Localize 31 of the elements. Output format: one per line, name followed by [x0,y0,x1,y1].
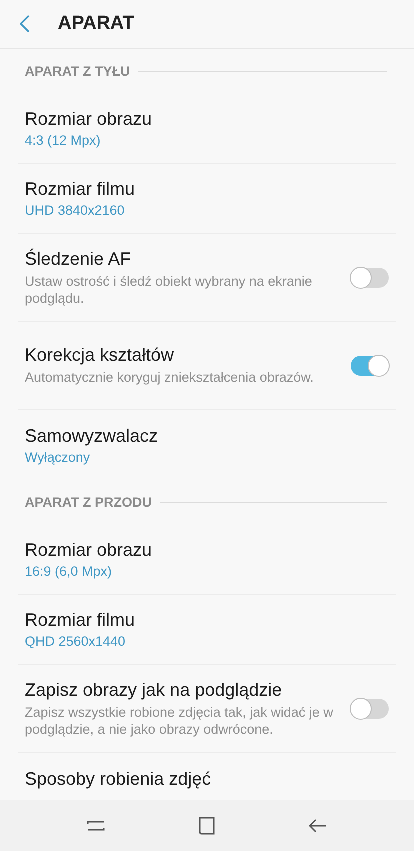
item-value: 16:9 (6,0 Mpx) [25,564,114,579]
item-title: Rozmiar filmu [25,610,136,631]
settings-item[interactable]: Rozmiar filmu UHD 3840x2160 [18,164,396,234]
item-value: Wyłączony [25,450,92,464]
toggle-switch[interactable] [351,268,389,288]
item-title: Korekcja kształtów [25,345,176,366]
item-title: Rozmiar obrazu [25,540,154,561]
toggle-switch[interactable] [351,356,389,376]
settings-item[interactable]: Rozmiar filmu QHD 2560x1440 [18,595,396,665]
item-value: 4:3 (12 Mpx) [25,133,102,148]
item-title: Śledzenie AF [25,248,132,270]
section-title: APARAT Z PRZODU [25,495,152,510]
item-title: Sposoby robienia zdjęć [25,768,212,790]
settings-item[interactable]: Samowyzwalacz Wyłączony [18,410,396,480]
item-value: QHD 2560x1440 [25,634,127,649]
section-title: APARAT Z TYŁU [25,64,130,79]
item-description: Automatycznie koryguj zniekształcenia obrazów. [25,369,315,386]
settings-item[interactable]: Rozmiar obrazu 4:3 (12 Mpx) [18,94,396,164]
screen-title: APARAT [58,13,134,35]
settings-item[interactable]: Zapisz obrazy jak na podglądzie Zapisz wszystkie robione zdjęcia tak, jak widać je w podglądzie, a nie jako obrazy odwrócone. [18,665,396,753]
settings-item[interactable]: Śledzenie AF Ustaw ostrość i śledź obiekt wybrany na ekranie podglądu. [18,234,396,322]
item-value: UHD 3840x2160 [25,203,126,218]
item-title: Samowyzwalacz [25,426,160,446]
item-title: Rozmiar filmu [25,179,136,200]
item-description: Zapisz wszystkie robione zdjęcia tak, jak widać je w podglądzie, a nie jako obrazy odwrócone. [25,704,334,738]
item-title: Zapisz obrazy jak na podglądzie [25,680,284,700]
settings-item[interactable]: Rozmiar obrazu 16:9 (6,0 Mpx) [18,525,396,595]
item-title: Rozmiar obrazu [25,109,154,130]
settings-item[interactable]: Korekcja kształtów Automatycznie koryguj zniekształcenia obrazów. [18,322,396,410]
item-description: Ustaw ostrość i śledź obiekt wybrany na ekranie podglądu. [25,272,314,306]
toggle-switch[interactable] [351,698,389,718]
